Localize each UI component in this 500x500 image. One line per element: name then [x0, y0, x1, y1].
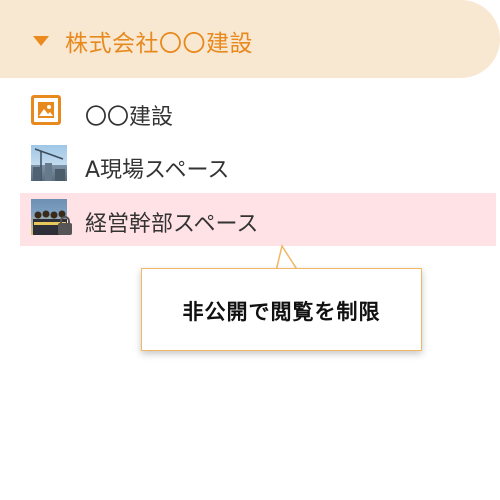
image-icon: [31, 95, 61, 125]
space-item-company[interactable]: 〇〇建設: [20, 88, 496, 138]
org-title: 株式会社〇〇建設: [65, 31, 253, 57]
tooltip-text: 非公開で閲覧を制限: [182, 300, 381, 324]
space-item-site-a[interactable]: A現場スペース: [20, 140, 496, 190]
privacy-tooltip: 非公開で閲覧を制限: [141, 268, 422, 351]
construction-photo-icon: [31, 145, 67, 181]
org-header[interactable]: 株式会社〇〇建設: [0, 0, 500, 78]
space-item-label: 経営幹部スペース: [85, 212, 259, 237]
space-item-label: A現場スペース: [85, 158, 230, 183]
space-item-executive[interactable]: 経営幹部スペース: [20, 193, 496, 246]
caret-down-icon[interactable]: [33, 36, 49, 46]
lock-icon: [58, 216, 72, 235]
space-item-label: 〇〇建設: [85, 105, 174, 130]
